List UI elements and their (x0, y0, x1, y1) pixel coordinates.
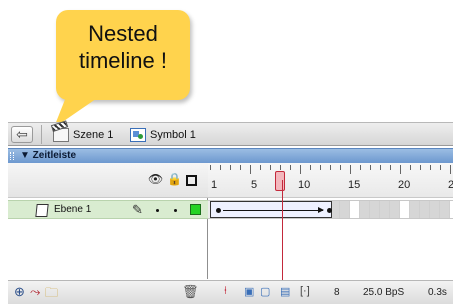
ruler-tick (400, 165, 401, 174)
add-layer-icon[interactable]: ⊕ (14, 284, 25, 300)
symbol-label: Symbol 1 (150, 129, 196, 141)
frame-number: 5 (251, 179, 258, 191)
lock-icon[interactable]: 🔒 (167, 172, 182, 186)
frame-number: 10 (298, 179, 311, 191)
frame-cell[interactable] (420, 201, 430, 218)
tween-start-keyframe (216, 208, 221, 213)
tween-end-keyframe (327, 208, 332, 213)
ruler-tick (290, 165, 291, 170)
ruler-tick (380, 165, 381, 170)
divider (41, 125, 42, 144)
breadcrumb-symbol[interactable]: Symbol 1 (130, 127, 196, 143)
frame-cell[interactable] (350, 201, 360, 218)
layer-header: 👁 🔒 (8, 163, 208, 198)
frame-cell[interactable] (340, 201, 350, 218)
visibility-dot[interactable] (156, 209, 159, 212)
frame-number: 20 (398, 179, 411, 191)
layer-page-icon (35, 204, 49, 217)
frame-rate: 25.0 BpS (363, 287, 405, 298)
tween-arrow (223, 207, 324, 213)
ruler-tick (230, 165, 231, 170)
eye-icon[interactable]: 👁 (148, 172, 163, 186)
ruler-tick (310, 165, 311, 170)
ruler-tick (260, 165, 261, 170)
frame-cell[interactable] (360, 201, 370, 218)
frame-number: 15 (348, 179, 361, 191)
scene-label: Szene 1 (73, 129, 114, 141)
callout-text: Nested timeline ! (56, 20, 190, 74)
elapsed-time: 0.3s (428, 287, 447, 298)
ruler-tick (270, 165, 271, 170)
timeline-panel-header[interactable]: ▼ Zeitleiste (8, 148, 453, 163)
flash-ui: Nested timeline ! ⇦ Szene 1 Symbol 1 ▼ Z… (0, 0, 453, 308)
frames-panel: 1510152025 (208, 163, 453, 279)
back-arrow-icon[interactable]: ⇦ (11, 126, 33, 143)
clapperboard-icon (53, 128, 69, 142)
frame-cell[interactable] (370, 201, 380, 218)
frame-number: 25 (448, 179, 453, 191)
frame-cell[interactable] (390, 201, 400, 218)
frame-row[interactable] (208, 200, 453, 219)
add-motion-guide-icon[interactable]: ⤳ (30, 284, 40, 300)
edit-multiple-frames-icon[interactable]: ▤ (280, 285, 290, 298)
ruler-tick (210, 165, 211, 170)
symbol-icon (130, 128, 146, 142)
ruler-tick (250, 165, 251, 174)
timeline-title[interactable]: ▼ Zeitleiste (20, 150, 76, 161)
ruler-tick (330, 165, 331, 170)
ruler-tick (430, 165, 431, 170)
frame-number: 1 (211, 179, 218, 191)
add-folder-icon[interactable]: 🗀 (45, 284, 58, 306)
callout-bubble: Nested timeline ! (43, 10, 190, 128)
trash-icon[interactable]: 🗑 (182, 284, 199, 300)
frame-cell[interactable] (410, 201, 420, 218)
layer-toolbar: ⊕ ⤳ 🗀 🗑 (8, 280, 208, 304)
layer-row[interactable]: Ebene 1 ✎ (8, 200, 208, 219)
frame-cell[interactable] (380, 201, 390, 218)
ruler-tick (320, 165, 321, 170)
ruler-tick (450, 165, 451, 174)
ruler-tick (390, 165, 391, 170)
ruler-tick (360, 165, 361, 170)
scene-breadcrumb-bar: ⇦ Szene 1 Symbol 1 (8, 122, 453, 146)
frame-ruler[interactable]: 1510152025 (208, 163, 453, 198)
frame-cell[interactable] (440, 201, 450, 218)
lock-dot[interactable] (174, 209, 177, 212)
frame-cell[interactable] (400, 201, 410, 218)
ruler-tick (340, 165, 341, 170)
playhead[interactable] (275, 171, 285, 191)
ruler-tick (410, 165, 411, 170)
outline-icon[interactable] (186, 175, 197, 186)
ruler-tick (440, 165, 441, 170)
pencil-icon: ✎ (132, 202, 143, 217)
ruler-tick (420, 165, 421, 170)
ruler-tick (300, 165, 301, 174)
onion-skin-icon[interactable]: ▣ (244, 285, 254, 298)
modify-onion-markers-icon[interactable]: [·] (300, 285, 310, 297)
ruler-tick (350, 165, 351, 174)
ruler-tick (220, 165, 221, 170)
callout-line-1: Nested (88, 21, 158, 46)
frame-cell[interactable] (430, 201, 440, 218)
breadcrumb-scene[interactable]: Szene 1 (53, 127, 113, 143)
layer-color-swatch[interactable] (190, 204, 201, 215)
ruler-tick (240, 165, 241, 170)
layer-name[interactable]: Ebene 1 (54, 204, 91, 215)
callout-line-2: timeline ! (78, 48, 168, 73)
grip-icon[interactable] (10, 152, 14, 160)
ruler-tick (280, 165, 281, 170)
center-frame-icon[interactable]: ⍿ (224, 285, 227, 298)
onion-skin-outline-icon[interactable]: ▢ (260, 285, 270, 298)
motion-tween[interactable] (210, 201, 332, 218)
current-frame: 8 (334, 287, 340, 298)
layer-panel: 👁 🔒 Ebene 1 ✎ (8, 163, 208, 279)
timeline-status-bar: ⍿ ▣ ▢ ▤ [·] 8 25.0 BpS 0.3s (208, 280, 453, 304)
ruler-tick (370, 165, 371, 170)
